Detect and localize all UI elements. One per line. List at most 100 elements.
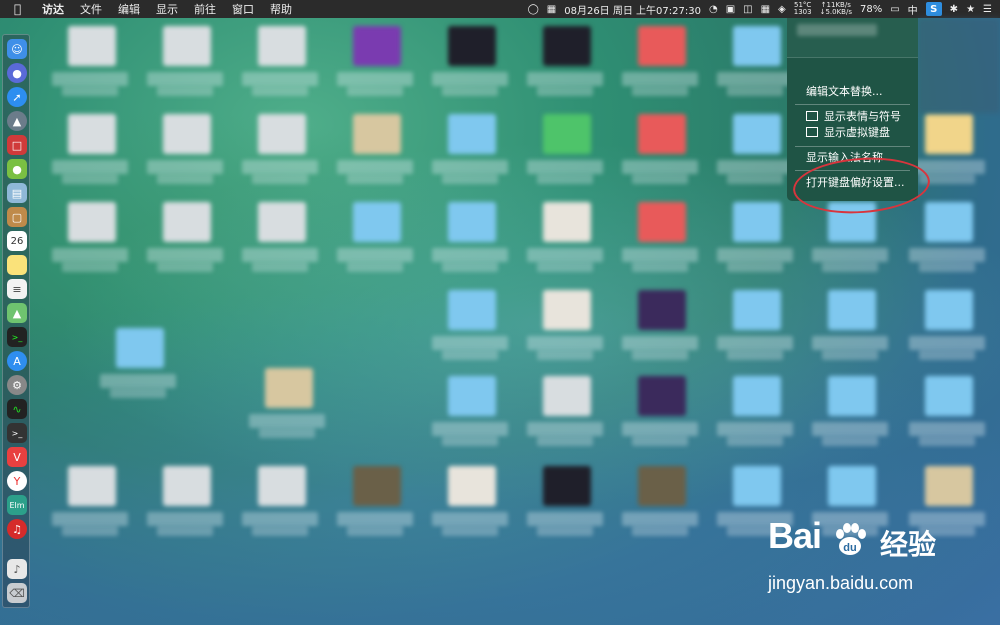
app-icon[interactable]: Elm [7, 495, 27, 515]
preview-icon[interactable]: ▤ [7, 183, 27, 203]
desktop-file[interactable] [143, 196, 223, 276]
desktop-file[interactable] [48, 20, 128, 100]
desktop-file[interactable] [618, 196, 698, 276]
desktop-file[interactable] [333, 108, 413, 188]
menu-go[interactable]: 前往 [194, 1, 216, 17]
windows-icon[interactable]: ▦ [761, 4, 770, 15]
menu-app-name[interactable]: 访达 [42, 1, 64, 17]
vivaldi-icon[interactable]: V [7, 447, 27, 467]
calendar-icon[interactable]: 26 [7, 231, 27, 251]
music-icon[interactable]: ♪ [7, 559, 27, 579]
net-readout[interactable]: ↑11KB/s ↓5.0KB/s [820, 2, 852, 16]
desktop-file[interactable] [428, 20, 508, 100]
desktop-file[interactable] [523, 284, 603, 364]
battery-icon[interactable]: ▭ [890, 4, 899, 15]
stickies-icon[interactable] [7, 255, 27, 275]
desktop-file[interactable] [333, 196, 413, 276]
desktop-file[interactable] [48, 460, 128, 540]
desktop-file[interactable] [333, 20, 413, 100]
apple-icon[interactable]:  [14, 2, 28, 16]
dashboard-icon[interactable]: ◫ [743, 4, 752, 15]
desktop-file[interactable] [523, 108, 603, 188]
file-label [337, 512, 413, 526]
netease-music-icon[interactable]: ♫ [7, 519, 27, 539]
desktop-file[interactable] [143, 108, 223, 188]
menu-item-virtual-keyboard[interactable]: 显示虚拟键盘 [787, 124, 918, 142]
desktop-file[interactable] [808, 370, 888, 450]
file-thumbnail [116, 328, 164, 368]
desktop-file[interactable] [713, 284, 793, 364]
desktop-file[interactable] [238, 108, 318, 188]
desktop-file[interactable] [618, 284, 698, 364]
desktop-file[interactable] [238, 460, 318, 540]
system-prefs-icon[interactable]: ⚙ [7, 375, 27, 395]
desktop-file[interactable] [523, 370, 603, 450]
desktop-file[interactable] [713, 370, 793, 450]
desktop-file[interactable] [713, 196, 793, 276]
file-label [432, 160, 508, 174]
desktop-file[interactable] [618, 20, 698, 100]
desktop-file[interactable] [238, 20, 318, 100]
desktop-file[interactable] [905, 370, 985, 450]
desktop-file[interactable] [428, 284, 508, 364]
desktop-file[interactable] [48, 108, 128, 188]
yandex-icon[interactable]: Y [7, 471, 27, 491]
terminal2-icon[interactable]: >_ [7, 423, 27, 443]
bluetooth-icon[interactable]: ✱ [950, 4, 958, 15]
desktop-file[interactable] [48, 196, 128, 276]
maps-icon[interactable]: ▲ [7, 303, 27, 323]
trash-icon[interactable]: ⌫ [7, 583, 27, 603]
desktop-file[interactable] [428, 108, 508, 188]
desktop-file[interactable] [713, 108, 793, 188]
desktop-file[interactable] [713, 20, 793, 100]
temp-readout[interactable]: 51°C 1303 [794, 2, 812, 16]
reminders-icon[interactable]: ≡ [7, 279, 27, 299]
desktop-file[interactable] [905, 196, 985, 276]
menu-icon[interactable]: ☰ [983, 4, 992, 15]
desktop-file[interactable] [618, 460, 698, 540]
menu-help[interactable]: 帮助 [270, 1, 292, 17]
calendar-icon[interactable]: ▦ [547, 4, 556, 15]
ime-icon[interactable]: □ [7, 135, 27, 155]
desktop-file[interactable] [428, 196, 508, 276]
desktop-file[interactable] [523, 460, 603, 540]
star-icon[interactable]: ★ [966, 4, 975, 15]
menu-file[interactable]: 文件 [80, 1, 102, 17]
activity-monitor-icon[interactable]: ∿ [7, 399, 27, 419]
ime-icon[interactable]: S [925, 2, 942, 16]
film-icon[interactable]: ▣ [726, 4, 735, 15]
desktop-file[interactable] [96, 322, 176, 402]
desktop-file[interactable] [428, 460, 508, 540]
desktop-file[interactable] [523, 20, 603, 100]
clock-datetime[interactable]: 08月26日 周日 上午07:27:30 [564, 2, 701, 17]
desktop-file[interactable] [143, 20, 223, 100]
desktop-file[interactable] [143, 460, 223, 540]
desktop-file[interactable] [523, 196, 603, 276]
wifi-icon[interactable]: ◈ [778, 4, 786, 15]
menu-view[interactable]: 显示 [156, 1, 178, 17]
globe-icon[interactable]: ◯ [528, 4, 539, 15]
desktop-file[interactable] [808, 284, 888, 364]
desktop-file[interactable] [618, 370, 698, 450]
battery-percent[interactable]: 78% [860, 4, 882, 15]
desktop-file[interactable] [245, 362, 325, 442]
appstore-icon[interactable]: A [7, 351, 27, 371]
desktop-file[interactable] [428, 370, 508, 450]
file-label [537, 86, 593, 96]
notes-icon[interactable]: ▢ [7, 207, 27, 227]
desktop-file[interactable] [618, 108, 698, 188]
desktop-file[interactable] [238, 196, 318, 276]
siri-icon[interactable]: ● [7, 63, 27, 83]
menu-window[interactable]: 窗口 [232, 1, 254, 17]
launchpad-icon[interactable]: ▲ [7, 111, 27, 131]
desktop-file[interactable] [905, 284, 985, 364]
gauge-icon[interactable]: ◔ [709, 4, 718, 15]
finder-icon[interactable]: ☺ [7, 39, 27, 59]
android-icon[interactable]: ● [7, 159, 27, 179]
menu-item-text-replacement[interactable]: 编辑文本替换... [787, 83, 918, 101]
safari-icon[interactable]: ➚ [7, 87, 27, 107]
desktop-file[interactable] [333, 460, 413, 540]
input-lang[interactable]: 中 [908, 2, 918, 17]
terminal-icon[interactable]: >_ [7, 327, 27, 347]
menu-edit[interactable]: 编辑 [118, 1, 140, 17]
